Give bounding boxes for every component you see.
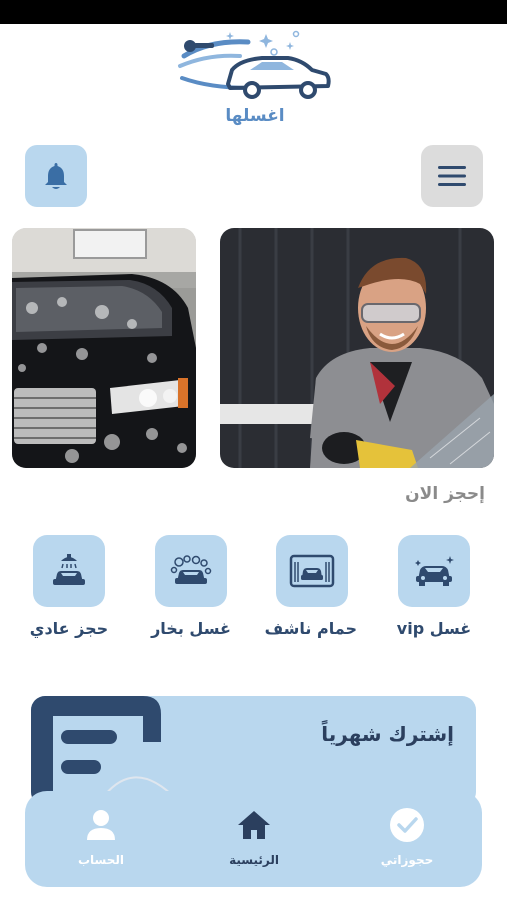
service-label: حجز عادي — [29, 619, 109, 638]
service-steam-wash[interactable]: غسل بخار — [146, 535, 236, 638]
home-icon — [238, 811, 270, 839]
service-regular-booking[interactable]: حجز عادي — [24, 535, 114, 638]
service-tile[interactable] — [33, 535, 105, 607]
status-bar — [0, 0, 507, 24]
nav-label: الرئيسية — [229, 853, 279, 867]
service-dry-wash[interactable]: حمام ناشف — [264, 535, 357, 638]
service-label: حمام ناشف — [264, 619, 357, 638]
bottom-navigation: حجوزاتي الرئيسية الحساب — [25, 791, 482, 887]
notifications-button[interactable] — [25, 145, 87, 207]
book-now-heading: إحجز الان — [405, 484, 485, 504]
nav-label: حجوزاتي — [380, 853, 434, 867]
service-tile[interactable] — [398, 535, 470, 607]
nav-item-home[interactable]: الرئيسية — [204, 807, 304, 867]
service-label: غسل vip — [396, 619, 472, 638]
nav-item-account[interactable]: الحساب — [51, 807, 151, 867]
car-steam-icon — [170, 555, 212, 584]
menu-button[interactable] — [421, 145, 483, 207]
banner-car-washer-image[interactable] — [220, 228, 494, 468]
nav-item-my-bookings[interactable]: حجوزاتي — [357, 807, 457, 867]
app-name: اغسلها — [225, 106, 285, 126]
nav-label: الحساب — [77, 853, 125, 867]
user-icon — [87, 810, 115, 840]
car-wash-bay-icon — [289, 554, 335, 588]
monthly-subscription-card[interactable]: إشترك شهرياً — [31, 696, 476, 806]
bell-icon — [45, 163, 67, 189]
car-wash-logo-icon — [178, 30, 331, 99]
service-label: غسل بخار — [151, 619, 231, 638]
hamburger-menu-icon — [438, 166, 466, 186]
service-tile[interactable] — [276, 535, 348, 607]
banner-foamed-car-image[interactable] — [12, 228, 196, 468]
subscription-illustration — [31, 696, 178, 806]
car-shower-icon — [53, 554, 85, 585]
service-tile[interactable] — [155, 535, 227, 607]
app-logo: اغسلها — [170, 26, 340, 130]
subscription-title: إشترك شهرياً — [321, 722, 454, 746]
check-circle-icon — [390, 808, 424, 842]
service-vip-wash[interactable]: غسل vip — [389, 535, 479, 638]
car-sparkle-icon — [415, 556, 454, 586]
